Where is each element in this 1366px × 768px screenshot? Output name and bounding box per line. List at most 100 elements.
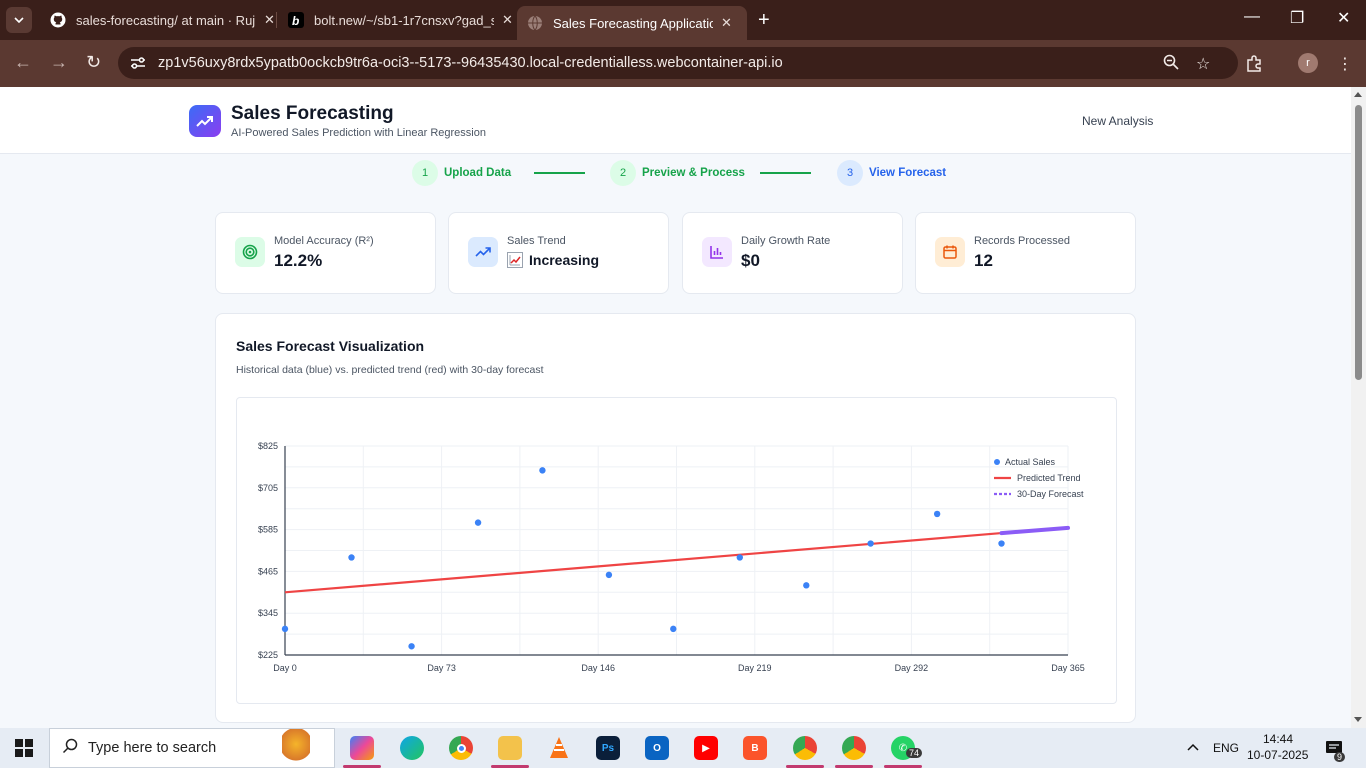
x-tick-label: Day 73 (427, 663, 456, 673)
actual-sales-point (998, 540, 1005, 547)
outlook-icon[interactable]: O (645, 736, 669, 760)
scroll-up-icon[interactable] (1354, 92, 1362, 97)
svg-text:b: b (292, 14, 299, 28)
page-scrollbar[interactable] (1351, 87, 1366, 728)
progress-steps: 1 Upload Data 2 Preview & Process 3 View… (0, 160, 1351, 188)
edge-icon[interactable] (400, 736, 424, 760)
y-tick-label: $825 (258, 441, 278, 451)
search-icon (62, 738, 78, 759)
stat-label: Sales Trend (507, 235, 566, 247)
step-1-label[interactable]: Upload Data (444, 167, 511, 179)
language-indicator[interactable]: ENG (1213, 741, 1239, 755)
actual-sales-point (933, 510, 941, 518)
bar-chart-icon (702, 237, 732, 267)
tab-search-button[interactable] (6, 7, 32, 33)
profile-avatar[interactable]: r (1298, 53, 1318, 73)
step-2-number: 2 (610, 160, 636, 186)
close-icon[interactable]: ✕ (264, 12, 275, 28)
actual-sales-point (670, 625, 677, 633)
step-3-number: 3 (837, 160, 863, 186)
actual-sales-point (281, 625, 289, 633)
forward-icon[interactable]: → (50, 52, 68, 73)
browser-menu-icon[interactable]: ⋮ (1337, 54, 1353, 74)
tab-bolt[interactable]: b bolt.new/~/sb1-1r7cnsxv?gad_s ✕ (278, 6, 523, 34)
actual-sales-point (539, 467, 546, 474)
chevron-down-icon (14, 17, 24, 23)
reload-icon[interactable]: ↻ (86, 52, 101, 73)
step-1-number: 1 (412, 160, 438, 186)
chrome-profile-icon[interactable] (842, 736, 866, 760)
legend-label: 30-Day Forecast (1017, 489, 1084, 499)
x-tick-label: Day 0 (273, 663, 297, 673)
step-connector (760, 172, 811, 174)
app-header: Sales Forecasting AI-Powered Sales Predi… (0, 87, 1351, 154)
stat-value: $0 (741, 251, 760, 270)
viz-title: Sales Forecast Visualization (236, 338, 425, 354)
whatsapp-badge: 74 (906, 748, 923, 758)
chart-container: Day 0 Day 73 Day 146 Day 219 Day 292 Day 365 $… (236, 397, 1117, 704)
stat-label: Model Accuracy (R²) (274, 235, 374, 247)
actual-sales-point (803, 582, 810, 589)
file-explorer-icon[interactable] (498, 736, 522, 760)
legend-marker-actual (994, 459, 1000, 465)
copilot-icon[interactable] (350, 736, 374, 760)
tab-sales-forecasting[interactable]: Sales Forecasting Application w ✕ (517, 6, 747, 40)
bolt-icon: b (288, 12, 304, 28)
close-icon[interactable]: ✕ (502, 12, 513, 28)
step-2-label[interactable]: Preview & Process (642, 167, 745, 179)
legend-label: Predicted Trend (1017, 473, 1081, 483)
x-tick-label: Day 292 (895, 663, 929, 673)
daily-growth-card: Daily Growth Rate $0 (682, 212, 903, 294)
show-hidden-icons[interactable] (1187, 740, 1199, 754)
clock-date[interactable]: 10-07-2025 (1247, 748, 1308, 762)
actual-sales-point (605, 571, 613, 579)
youtube-icon[interactable]: ▶ (694, 736, 718, 760)
y-tick-label: $465 (258, 566, 278, 576)
chrome-profile-icon[interactable] (793, 736, 817, 760)
new-analysis-button[interactable]: New Analysis (1082, 114, 1153, 128)
legend-label: Actual Sales (1005, 457, 1056, 467)
extensions-icon[interactable] (1245, 54, 1263, 77)
zoom-icon[interactable] (1163, 54, 1179, 75)
clock-time[interactable]: 14:44 (1263, 732, 1293, 746)
app-logo (189, 105, 221, 137)
address-bar[interactable]: zp1v56uxy8rdx5ypatb0ockcb9tr6a-oci3--517… (118, 47, 1238, 79)
close-icon[interactable]: ✕ (721, 15, 732, 31)
new-tab-button[interactable]: + (758, 9, 770, 32)
close-window-icon[interactable]: ✕ (1337, 8, 1350, 28)
search-placeholder: Type here to search (88, 740, 217, 756)
scroll-down-icon[interactable] (1354, 717, 1362, 722)
stat-value: 12.2% (274, 251, 323, 270)
actual-sales-point (408, 643, 415, 650)
browser-tab-bar: sales-forecasting/ at main · Ruj ✕ b bol… (0, 0, 1366, 40)
x-tick-label: Day 219 (738, 663, 772, 673)
minimize-icon[interactable]: — (1244, 8, 1260, 26)
forecast-visualization-card: Sales Forecast Visualization Historical … (215, 313, 1136, 723)
bookmark-star-icon[interactable]: ☆ (1196, 54, 1210, 74)
page-content: Sales Forecasting AI-Powered Sales Predi… (0, 87, 1351, 728)
y-tick-label: $585 (258, 525, 278, 535)
vlc-icon[interactable] (547, 736, 571, 760)
github-icon (50, 12, 66, 28)
actual-sales-point (348, 554, 355, 561)
brave-icon[interactable]: B (743, 736, 767, 760)
tab-separator (276, 12, 277, 28)
windows-start-icon[interactable] (15, 739, 33, 762)
sales-trend-card: Sales Trend Increasing (448, 212, 669, 294)
chart-increasing-icon (507, 252, 523, 268)
buddha-search-highlight-icon (282, 729, 310, 767)
step-3-label[interactable]: View Forecast (869, 167, 946, 179)
tab-github[interactable]: sales-forecasting/ at main · Ruj ✕ (40, 6, 285, 34)
back-icon[interactable]: ← (14, 52, 32, 73)
trending-up-icon (196, 116, 213, 127)
restore-icon[interactable]: ❐ (1290, 8, 1304, 28)
chrome-icon[interactable] (449, 736, 473, 760)
scrollbar-thumb[interactable] (1355, 105, 1362, 380)
forecast-line (999, 525, 1070, 536)
stat-label: Records Processed (974, 235, 1070, 247)
calendar-icon (935, 237, 965, 267)
photoshop-icon[interactable]: Ps (596, 736, 620, 760)
site-settings-icon[interactable] (130, 55, 146, 71)
y-tick-label: $705 (258, 483, 278, 493)
taskbar-search[interactable]: Type here to search (49, 728, 335, 768)
